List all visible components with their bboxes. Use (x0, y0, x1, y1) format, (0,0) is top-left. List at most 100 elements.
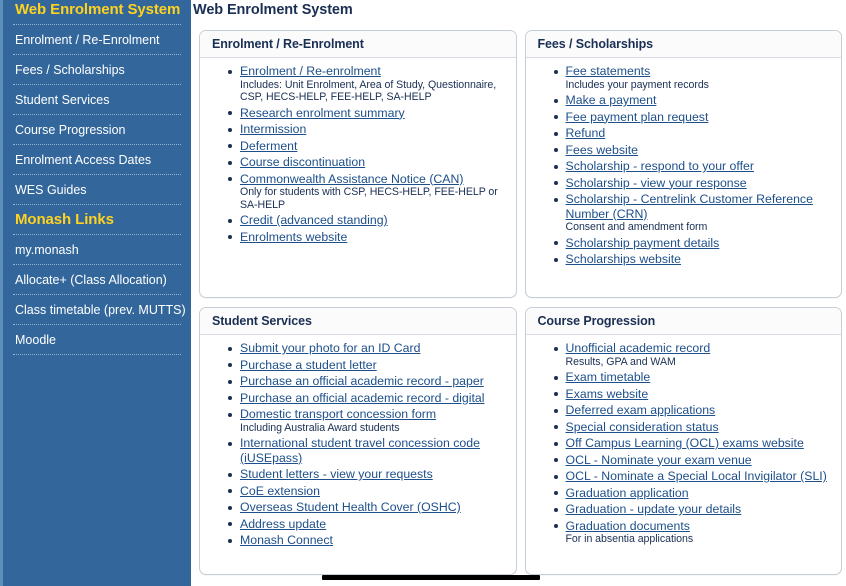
link-list: Submit your photo for an ID Card Purchase… (204, 341, 508, 549)
list-item: Submit your photo for an ID Card (228, 341, 508, 357)
list-item: Enrolments website (228, 230, 508, 246)
panel-header: Student Services (200, 308, 516, 335)
list-item: Exam timetable (553, 370, 834, 386)
main-content: Web Enrolment System Enrolment / Re-Enro… (191, 0, 846, 586)
link-address-update[interactable]: Address update (240, 517, 326, 531)
list-item: International student travel concession … (228, 436, 508, 466)
panel-course-progression: Course Progression Unofficial academic re… (524, 307, 842, 575)
link-note: Includes your payment records (565, 78, 709, 91)
sidebar-item-moodle[interactable]: Moodle (13, 326, 181, 354)
link-graduation-update-your-details[interactable]: Graduation - update your details (566, 502, 742, 516)
link-enrolments-website[interactable]: Enrolments website (240, 230, 347, 244)
sidebar-item-allocate-class-allocation[interactable]: Allocate+ (Class Allocation) (13, 266, 181, 294)
link-unofficial-academic-record[interactable]: Unofficial academic record (566, 341, 711, 355)
link-note: Consent and amendment form (565, 221, 708, 233)
web-enrolment-system-page: Web Enrolment System Enrolment / Re-Enrol… (0, 0, 846, 586)
link-special-consideration-status[interactable]: Special consideration status (566, 420, 719, 434)
list-item: Address update (228, 517, 508, 533)
link-exams-website[interactable]: Exams website (566, 387, 649, 401)
link-graduation-documents[interactable]: Graduation documents (566, 519, 690, 533)
link-domestic-transport-concession-form[interactable]: Domestic transport concession form (240, 407, 436, 421)
link-submit-your-photo-for-an-id-card[interactable]: Submit your photo for an ID Card (240, 341, 420, 355)
sidebar-separator (13, 354, 181, 356)
link-purchase-an-official-academic-record-paper[interactable]: Purchase an official academic record - p… (240, 374, 484, 388)
list-item: Make a payment (553, 93, 834, 109)
link-overseas-student-health-cover-oshc[interactable]: Overseas Student Health Cover (OSHC) (240, 500, 461, 514)
sidebar-item-enrolment-re-enrolment[interactable]: Enrolment / Re-Enrolment (13, 26, 181, 54)
list-item: OCL - Nominate a Special Local Invigilat… (553, 469, 834, 485)
link-fees-website[interactable]: Fees website (566, 143, 638, 157)
link-ocl-nominate-your-exam-venue[interactable]: OCL - Nominate your exam venue (566, 453, 752, 467)
sidebar-item-enrolment-access-dates[interactable]: Enrolment Access Dates (13, 146, 181, 174)
link-commonwealth-assistance-notice-can[interactable]: Commonwealth Assistance Notice (CAN) (240, 172, 463, 186)
link-student-letters-view-your-requests[interactable]: Student letters - view your requests (240, 467, 433, 481)
list-item: OCL - Nominate your exam venue (553, 453, 834, 469)
list-item: Overseas Student Health Cover (OSHC) (228, 500, 508, 516)
sidebar-heading-0: Web Enrolment System (15, 1, 181, 18)
sidebar-item-wes-guides[interactable]: WES Guides (13, 176, 181, 204)
link-scholarship-payment-details[interactable]: Scholarship payment details (566, 236, 720, 250)
link-refund[interactable]: Refund (566, 126, 606, 140)
panel-header: Course Progression (525, 308, 841, 335)
link-exam-timetable[interactable]: Exam timetable (566, 370, 651, 384)
link-make-a-payment[interactable]: Make a payment (566, 93, 657, 107)
link-scholarship-centrelink-customer-reference-number-crn[interactable]: Scholarship - Centrelink Customer Refere… (566, 192, 813, 221)
link-list: Unofficial academic record Results, GPA a… (530, 341, 834, 547)
link-note: Including Australia Award students (240, 421, 400, 434)
link-monash-connect[interactable]: Monash Connect (240, 533, 333, 547)
page-title: Web Enrolment System (193, 2, 353, 18)
link-purchase-a-student-letter[interactable]: Purchase a student letter (240, 358, 377, 372)
link-international-student-travel-concession-code-iusepass[interactable]: International student travel concession … (240, 436, 480, 465)
link-off-campus-learning-ocl-exams-website[interactable]: Off Campus Learning (OCL) exams website (566, 436, 804, 450)
list-item: Intermission (228, 122, 508, 138)
list-item: Scholarship - Centrelink Customer Refere… (553, 192, 834, 235)
link-scholarship-view-your-response[interactable]: Scholarship - view your response (566, 176, 747, 190)
panel-body: Enrolment / Re-enrolment Includes: Unit E… (200, 58, 516, 252)
sidebar-item-my-monash[interactable]: my.monash (13, 236, 181, 264)
link-fee-statements[interactable]: Fee statements (566, 64, 651, 78)
list-item: Research enrolment summary (228, 106, 508, 122)
panel-header: Fees / Scholarships (525, 31, 841, 58)
list-item: Scholarships website (553, 252, 834, 268)
list-item: Graduation application (553, 486, 834, 502)
list-item: Student letters - view your requests (228, 467, 508, 483)
link-ocl-nominate-a-special-local-invigilator-sli[interactable]: OCL - Nominate a Special Local Invigilat… (566, 469, 827, 483)
list-item: Deferment (228, 139, 508, 155)
link-note: Only for students with CSP, HECS-HELP, F… (240, 186, 498, 211)
link-research-enrolment-summary[interactable]: Research enrolment summary (240, 106, 405, 120)
list-item: Fee payment plan request (553, 110, 834, 126)
link-note: For in absentia applications (565, 533, 694, 545)
link-graduation-application[interactable]: Graduation application (566, 486, 689, 500)
panel-body: Submit your photo for an ID Card Purchase… (200, 335, 516, 556)
link-enrolment-re-enrolment[interactable]: Enrolment / Re-enrolment (240, 64, 381, 78)
link-course-discontinuation[interactable]: Course discontinuation (240, 155, 365, 169)
list-item: Fee statements Includes your payment reco… (553, 64, 834, 92)
link-scholarship-respond-to-your-offer[interactable]: Scholarship - respond to your offer (566, 159, 754, 173)
panel-body: Unofficial academic record Results, GPA a… (526, 335, 842, 554)
link-purchase-an-official-academic-record-digital[interactable]: Purchase an official academic record - d… (240, 391, 484, 405)
sidebar-navigation: Web Enrolment System Enrolment / Re-Enrol… (0, 0, 191, 586)
panel-fees-scholarships: Fees / Scholarships Fee statements Include… (524, 30, 842, 298)
link-scholarships-website[interactable]: Scholarships website (566, 252, 682, 266)
list-item: Unofficial academic record Results, GPA a… (553, 341, 834, 369)
list-item: Scholarship payment details (553, 236, 834, 252)
link-note: Includes: Unit Enrolment, Area of Study,… (240, 78, 497, 104)
panel-enrolment-re-enrolment: Enrolment / Re-Enrolment Enrolment / Re-e… (199, 30, 517, 298)
link-list: Enrolment / Re-enrolment Includes: Unit E… (204, 64, 508, 245)
panel-grid: Enrolment / Re-Enrolment Enrolment / Re-e… (191, 18, 846, 575)
sidebar-item-class-timetable-prev-mutts[interactable]: Class timetable (prev. MUTTS) (13, 296, 186, 324)
link-credit-advanced-standing[interactable]: Credit (advanced standing) (240, 213, 388, 227)
link-intermission[interactable]: Intermission (240, 122, 306, 136)
list-item: Graduation documents For in absentia appl… (553, 519, 834, 547)
sidebar-item-student-services[interactable]: Student Services (13, 86, 181, 114)
horizontal-scrollbar-thumb[interactable] (322, 575, 540, 580)
link-deferred-exam-applications[interactable]: Deferred exam applications (566, 403, 716, 417)
list-item: Fees website (553, 143, 834, 159)
sidebar-item-course-progression[interactable]: Course Progression (13, 116, 181, 144)
link-coe-extension[interactable]: CoE extension (240, 484, 320, 498)
link-fee-payment-plan-request[interactable]: Fee payment plan request (566, 110, 709, 124)
link-deferment[interactable]: Deferment (240, 139, 297, 153)
list-item: Special consideration status (553, 420, 834, 436)
panel-body: Fee statements Includes your payment reco… (526, 58, 842, 275)
sidebar-item-fees-scholarships[interactable]: Fees / Scholarships (13, 56, 181, 84)
